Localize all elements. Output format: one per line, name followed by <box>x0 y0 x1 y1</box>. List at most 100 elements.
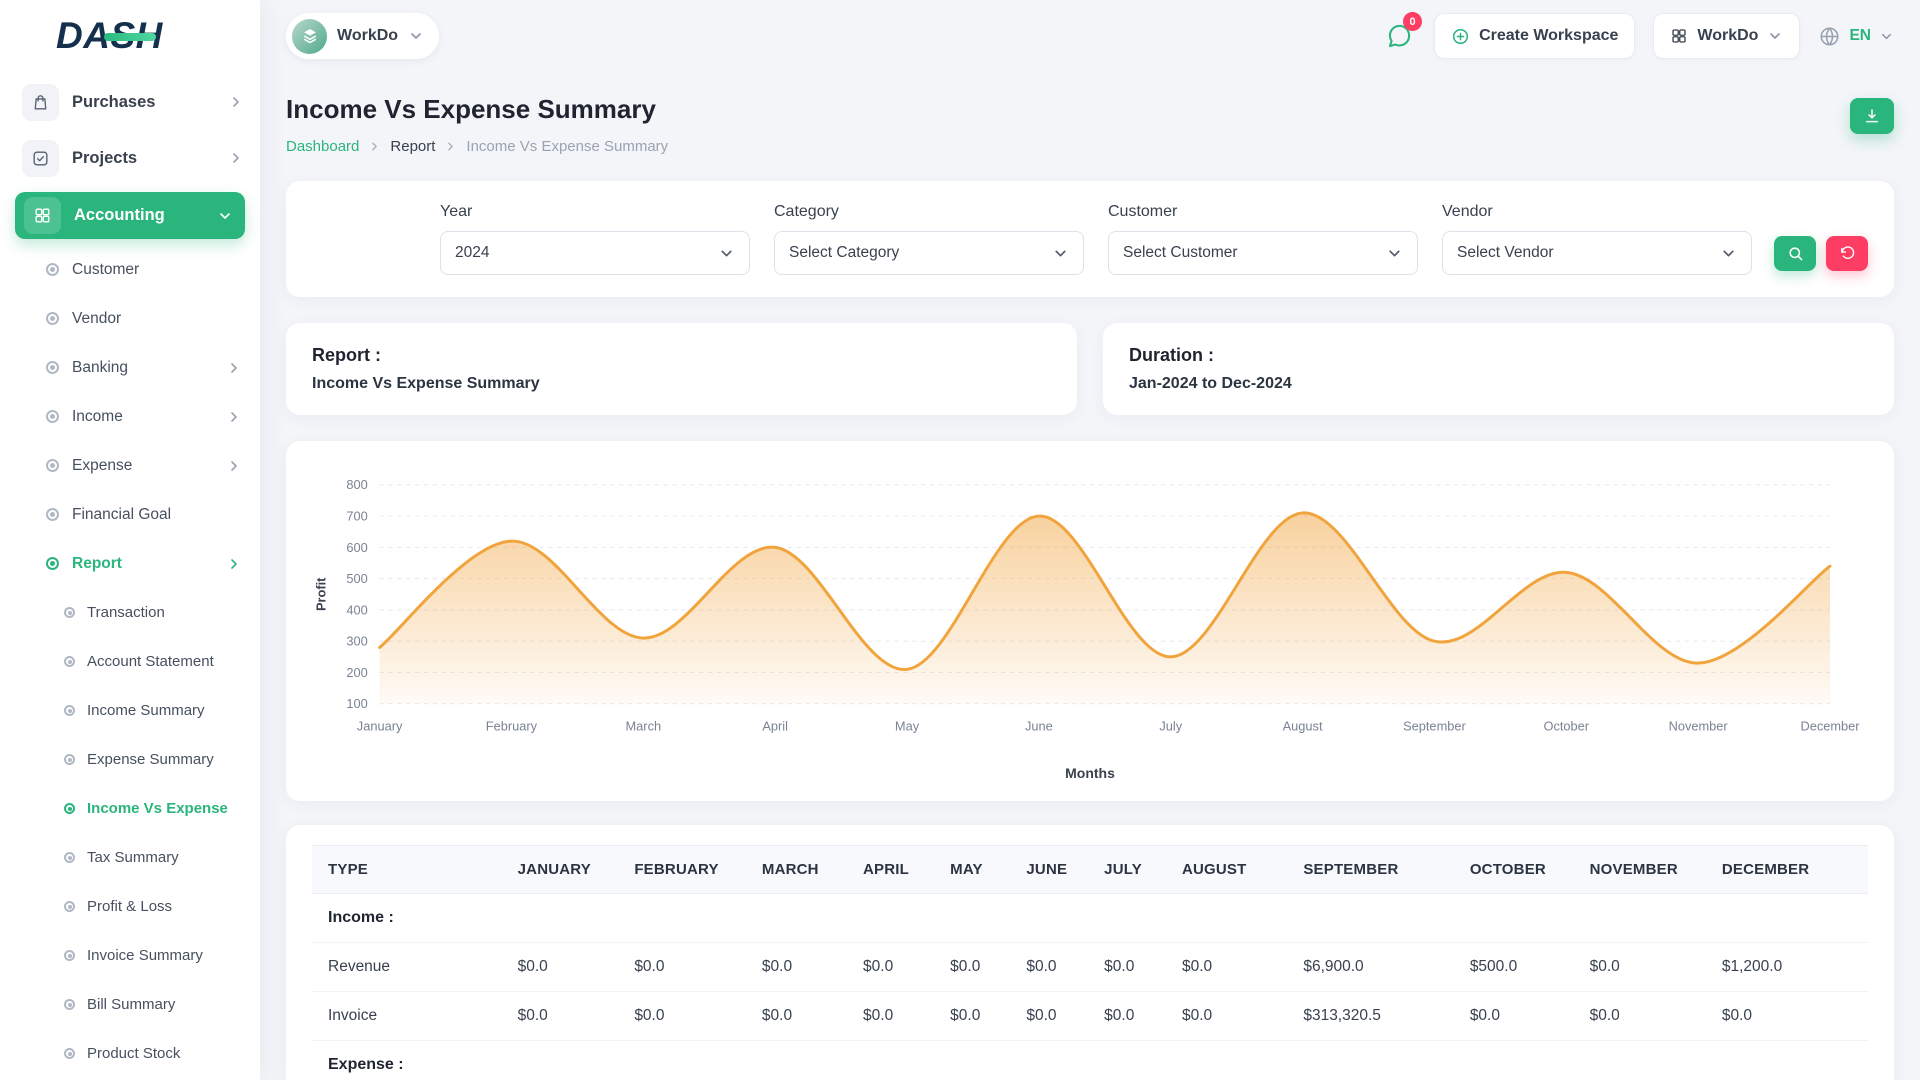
sidebar-item-label: Profit & Loss <box>87 898 172 915</box>
category-select[interactable]: Select Category <box>774 231 1084 275</box>
sidebar-item-purchases[interactable]: Purchases <box>0 74 260 130</box>
sidebar-item-customer[interactable]: Customer <box>0 245 260 294</box>
search-button[interactable] <box>1774 236 1816 271</box>
report-info-card: Report : Income Vs Expense Summary <box>286 323 1077 415</box>
sidebar-item-label: Product Stock <box>87 1045 180 1062</box>
sidebar-item-label: Income Summary <box>87 702 205 719</box>
column-header-december: DECEMBER <box>1714 846 1868 894</box>
customer-select[interactable]: Select Customer <box>1108 231 1418 275</box>
language-label: EN <box>1849 27 1871 45</box>
page-header: Income Vs Expense Summary DashboardRepor… <box>286 94 1894 155</box>
value-cell: $0.0 <box>626 992 754 1041</box>
sidebar-item-label: Income Vs Expense <box>87 800 228 817</box>
breadcrumb-separator-icon <box>368 140 381 153</box>
chevron-right-icon <box>226 458 242 474</box>
customer-select-value: Select Customer <box>1123 244 1238 262</box>
sidebar-item-label: Tax Summary <box>87 849 179 866</box>
svg-text:600: 600 <box>346 540 367 555</box>
logo[interactable]: DASH <box>0 0 260 72</box>
sidebar-item-expense-summary[interactable]: Expense Summary <box>0 735 260 784</box>
sidebar-item-banking[interactable]: Banking <box>0 343 260 392</box>
reset-button[interactable] <box>1826 236 1868 271</box>
create-workspace-label: Create Workspace <box>1479 27 1618 45</box>
bullet-icon <box>46 263 59 276</box>
sidebar-item-income[interactable]: Income <box>0 392 260 441</box>
value-cell: $0.0 <box>1582 943 1714 992</box>
sidebar-item-label: Customer <box>72 261 139 279</box>
vendor-select[interactable]: Select Vendor <box>1442 231 1752 275</box>
sidebar-item-vendor[interactable]: Vendor <box>0 294 260 343</box>
bullet-icon <box>64 999 75 1010</box>
svg-text:500: 500 <box>346 571 367 586</box>
sidebar-nav: Purchases Projects Accounting Customer Vendo… <box>0 72 260 1080</box>
language-selector[interactable]: EN <box>1818 25 1894 48</box>
sidebar-item-account-statement[interactable]: Account Statement <box>0 637 260 686</box>
sidebar-item-transaction[interactable]: Transaction <box>0 588 260 637</box>
table-card: TYPEJANUARYFEBRUARYMARCHAPRILMAYJUNEJULY… <box>286 825 1894 1080</box>
value-cell: $0.0 <box>754 992 855 1041</box>
sidebar-item-product-stock[interactable]: Product Stock <box>0 1029 260 1078</box>
logo-dash-icon <box>104 33 156 41</box>
value-cell: $0.0 <box>1462 992 1582 1041</box>
vendor-select-value: Select Vendor <box>1457 244 1554 262</box>
summary-table: TYPEJANUARYFEBRUARYMARCHAPRILMAYJUNEJULY… <box>312 845 1868 1080</box>
reset-icon <box>1839 245 1856 262</box>
value-cell: $0.0 <box>1018 992 1096 1041</box>
workspace-switcher[interactable]: WorkDo <box>286 13 439 59</box>
value-cell: $1,200.0 <box>1714 943 1868 992</box>
sidebar-item-label: Projects <box>72 149 137 168</box>
chevron-down-icon <box>1052 245 1069 262</box>
sidebar-item-invoice-summary[interactable]: Invoice Summary <box>0 931 260 980</box>
column-header-june: JUNE <box>1018 846 1096 894</box>
value-cell: $0.0 <box>1174 943 1295 992</box>
download-button[interactable] <box>1850 98 1894 134</box>
workspace-menu-button[interactable]: WorkDo <box>1653 13 1800 59</box>
sidebar-item-label: Income <box>72 408 123 426</box>
summary-table-header-row: TYPEJANUARYFEBRUARYMARCHAPRILMAYJUNEJULY… <box>312 846 1868 894</box>
messages-button[interactable]: 0 <box>1382 19 1416 53</box>
filter-actions <box>1774 236 1868 271</box>
shopping-bag-icon <box>22 84 59 121</box>
sidebar-item-accounting[interactable]: Accounting <box>15 192 245 239</box>
category-label: Category <box>774 203 1084 221</box>
chart-card: 800700600500400300200100JanuaryFebruaryM… <box>286 441 1894 801</box>
sidebar-item-bill-summary[interactable]: Bill Summary <box>0 980 260 1029</box>
category-select-value: Select Category <box>789 244 899 262</box>
vendor-label: Vendor <box>1442 203 1752 221</box>
svg-text:February: February <box>486 718 538 733</box>
breadcrumb-item-dashboard[interactable]: Dashboard <box>286 138 359 155</box>
sidebar-item-income-vs-expense[interactable]: Income Vs Expense <box>0 784 260 833</box>
sidebar-item-financial-goal[interactable]: Financial Goal <box>0 490 260 539</box>
sidebar: DASH Purchases Projects Accounting Customer… <box>0 0 260 1080</box>
chevron-down-icon <box>1767 28 1783 44</box>
bullet-icon <box>64 607 75 618</box>
page-content: Income Vs Expense Summary DashboardRepor… <box>260 72 1920 1080</box>
sidebar-item-profit-loss[interactable]: Profit & Loss <box>0 882 260 931</box>
profit-chart: 800700600500400300200100JanuaryFebruaryM… <box>310 467 1870 763</box>
tasks-icon <box>22 140 59 177</box>
value-cell: $0.0 <box>1714 992 1868 1041</box>
chevron-down-icon <box>408 28 424 44</box>
value-cell: $0.0 <box>942 992 1018 1041</box>
bullet-icon <box>64 656 75 667</box>
sidebar-item-label: Bill Summary <box>87 996 175 1013</box>
sidebar-item-report[interactable]: Report <box>0 539 260 588</box>
year-select[interactable]: 2024 <box>440 231 750 275</box>
svg-text:September: September <box>1403 718 1466 733</box>
svg-text:200: 200 <box>346 665 367 680</box>
sidebar-item-income-summary[interactable]: Income Summary <box>0 686 260 735</box>
sidebar-item-projects[interactable]: Projects <box>0 130 260 186</box>
value-cell: $0.0 <box>1018 943 1096 992</box>
sidebar-item-tax-summary[interactable]: Tax Summary <box>0 833 260 882</box>
category-field: Category Select Category <box>774 203 1084 275</box>
bullet-icon <box>64 950 75 961</box>
column-header-july: JULY <box>1096 846 1174 894</box>
sidebar-item-label: Expense <box>72 457 132 475</box>
svg-text:April: April <box>762 718 788 733</box>
duration-info-title: Duration : <box>1129 345 1868 366</box>
create-workspace-button[interactable]: Create Workspace <box>1434 13 1635 59</box>
svg-text:100: 100 <box>346 696 367 711</box>
value-cell: $0.0 <box>942 943 1018 992</box>
sidebar-item-expense[interactable]: Expense <box>0 441 260 490</box>
workspace-logo-icon <box>292 19 327 54</box>
